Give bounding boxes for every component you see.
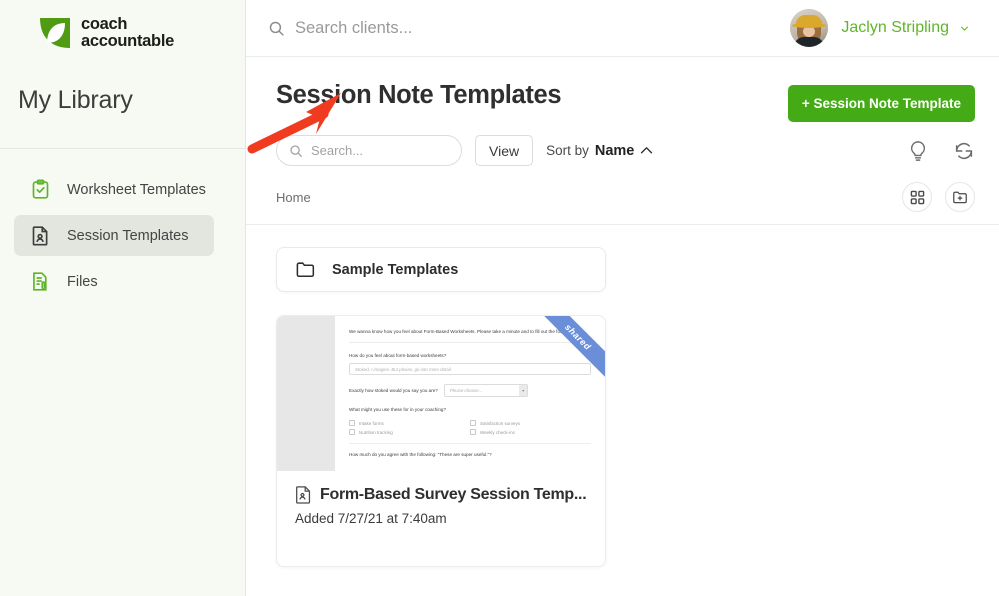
sort-label: Sort by (546, 143, 589, 158)
preview-q4-label: How much do you agree with the following… (349, 452, 492, 458)
main-area: Search clients... Jaclyn Stripling Sessi… (246, 0, 999, 596)
card-subtitle: Added 7/27/21 at 7:40am (295, 511, 447, 526)
preview-intro: We wanna know how you feel about Form-Ba… (349, 329, 576, 334)
folder-row[interactable]: Sample Templates (276, 247, 606, 292)
folder-icon (296, 262, 315, 278)
checkbox-icon (470, 420, 476, 427)
user-name: Jaclyn Stripling (841, 19, 949, 36)
sidebar-item-worksheet-templates[interactable]: Worksheet Templates (14, 169, 214, 210)
sidebar-item-label: Files (67, 273, 98, 290)
card-body: Form-Based Survey Session Temp... Added … (277, 471, 605, 527)
view-button[interactable]: View (475, 135, 534, 166)
sidebar-item-session-templates[interactable]: Session Templates (14, 215, 214, 256)
refresh-button[interactable] (953, 140, 975, 162)
sort-value: Name (594, 142, 635, 159)
tips-button[interactable] (908, 140, 928, 162)
logo-line-1: coach (81, 15, 128, 34)
library-title: My Library (18, 86, 133, 114)
preview-checkbox-item: Nutrition tracking (349, 429, 470, 436)
leaf-logo-icon (40, 18, 70, 48)
sidebar-item-label: Session Templates (67, 227, 189, 244)
document-attachment-icon (33, 272, 47, 291)
refresh-icon (955, 142, 973, 159)
sidebar-item-label: Worksheet Templates (67, 181, 206, 198)
preview-q2-placeholder: Please choose... (449, 388, 483, 394)
chevron-up-icon (641, 147, 653, 154)
sidebar-nav: Worksheet Templates Session Templates Fi… (0, 149, 245, 302)
logo-wordmark: coach accountable (81, 16, 174, 50)
grid-view-button[interactable] (902, 182, 932, 212)
new-folder-button[interactable] (945, 182, 975, 212)
thumbnail-preview: We wanna know how you feel about Form-Ba… (335, 316, 605, 471)
page-title: Session Note Templates (276, 81, 562, 109)
preview-q3-options: Intake forms Nutrition tracking Satisfac… (349, 417, 591, 436)
search-icon (290, 144, 302, 157)
chevron-down-icon (960, 26, 969, 31)
card-title: Form-Based Survey Session Temp... (320, 485, 587, 503)
client-search-placeholder: Search clients... (295, 18, 413, 37)
top-bar: Search clients... Jaclyn Stripling (246, 0, 999, 57)
grid-view-icon (910, 190, 924, 204)
document-person-icon (32, 226, 48, 246)
preview-checkbox-item: Weekly check-ins (470, 429, 591, 436)
preview-q3-col-right: Satisfaction surveys Weekly check-ins (470, 417, 591, 436)
template-card[interactable]: We wanna know how you feel about Form-Ba… (276, 315, 606, 567)
sort-control[interactable]: Sort by Name (546, 143, 653, 159)
checkbox-icon (349, 420, 355, 427)
sidebar: coach accountable My Library Worksheet T… (0, 0, 246, 596)
content-area: Sample Templates We wanna know how you f… (246, 225, 999, 567)
search-input[interactable]: Search... (276, 135, 462, 166)
logo-line-2: accountable (81, 32, 174, 50)
avatar (790, 9, 829, 47)
list-toolbar: Search... View Sort by Name (246, 122, 999, 166)
client-search[interactable]: Search clients... (268, 19, 412, 38)
preview-q3-label: What might you use these for in your coa… (349, 407, 447, 413)
preview-q2-row: Exactly how stoked would you say you are… (349, 384, 591, 398)
select-caret-icon: ▾ (518, 385, 527, 397)
search-icon (269, 21, 284, 36)
add-session-note-template-button[interactable]: + Session Note Template (787, 85, 975, 122)
breadcrumb: Home (246, 166, 999, 212)
clipboard-check-icon (32, 179, 49, 199)
session-note-icon (296, 486, 311, 504)
checkbox-label: Intake forms (359, 420, 384, 426)
folder-name: Sample Templates (332, 261, 459, 278)
preview-q3-col-left: Intake forms Nutrition tracking (349, 417, 470, 436)
user-menu[interactable]: Jaclyn Stripling (790, 9, 977, 47)
checkbox-label: Weekly check-ins (480, 429, 515, 435)
preview-checkbox-item: Satisfaction surveys (470, 420, 591, 427)
checkbox-label: Nutrition tracking (359, 429, 393, 435)
preview-checkbox-item: Intake forms (349, 420, 470, 427)
lightbulb-icon (910, 140, 926, 161)
sidebar-item-files[interactable]: Files (14, 261, 214, 302)
preview-q1-field: Stoked, I imagine. But please, go into m… (349, 363, 591, 376)
brand-logo[interactable]: coach accountable (0, 0, 245, 50)
preview-q1-label: How do you feel about form-based workshe… (349, 353, 447, 359)
card-thumbnail: We wanna know how you feel about Form-Ba… (277, 316, 605, 471)
breadcrumb-home[interactable]: Home (276, 190, 311, 205)
checkbox-label: Satisfaction surveys (480, 420, 521, 426)
card-title-row: Form-Based Survey Session Temp... (295, 485, 589, 504)
preview-q2-select: Please choose... ▾ (443, 384, 528, 398)
preview-q2-label: Exactly how stoked would you say you are… (349, 388, 438, 394)
app-root: coach accountable My Library Worksheet T… (0, 0, 999, 596)
page-head: Session Note Templates + Session Note Te… (246, 57, 999, 122)
preview-rule (349, 342, 591, 344)
new-folder-icon (953, 191, 967, 204)
checkbox-icon (349, 429, 355, 436)
search-input-placeholder: Search... (311, 143, 364, 158)
checkbox-icon (470, 429, 476, 436)
